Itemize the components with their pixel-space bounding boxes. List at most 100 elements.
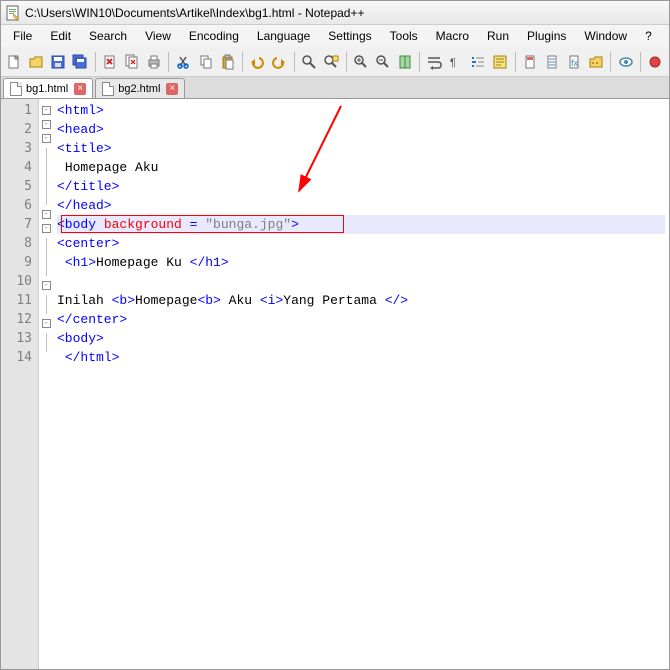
separator xyxy=(346,52,347,72)
code-line[interactable]: Homepage Aku xyxy=(57,158,665,177)
titlebar: C:\Users\WIN10\Documents\Artikel\Index\b… xyxy=(1,1,669,25)
zoom-in-icon[interactable] xyxy=(351,51,370,73)
menu-macro[interactable]: Macro xyxy=(428,27,477,45)
separator xyxy=(610,52,611,72)
replace-icon[interactable] xyxy=(322,51,341,73)
code-line[interactable]: </html> xyxy=(57,348,665,367)
menu-tools[interactable]: Tools xyxy=(382,27,426,45)
redo-icon[interactable] xyxy=(270,51,289,73)
sync-scroll-icon[interactable] xyxy=(395,51,414,73)
code-area[interactable]: <html><head><title> Homepage Aku</title>… xyxy=(53,99,669,669)
menu-search[interactable]: Search xyxy=(81,27,135,45)
folder-workspace-icon[interactable] xyxy=(586,51,605,73)
code-line[interactable]: Inilah <b>Homepage<b> Aku <i>Yang Pertam… xyxy=(57,291,665,310)
cut-icon[interactable] xyxy=(174,51,193,73)
line-number: 4 xyxy=(3,158,32,177)
fold-toggle-icon[interactable]: - xyxy=(42,120,51,129)
print-icon[interactable] xyxy=(144,51,163,73)
fold-toggle-icon[interactable]: - xyxy=(42,210,51,219)
app-window: C:\Users\WIN10\Documents\Artikel\Index\b… xyxy=(0,0,670,670)
menu-encoding[interactable]: Encoding xyxy=(181,27,247,45)
indent-guide-icon[interactable] xyxy=(469,51,488,73)
tab-bg1-html[interactable]: bg1.html × xyxy=(3,78,93,98)
user-lang-icon[interactable] xyxy=(491,51,510,73)
fold-guide xyxy=(46,295,47,314)
separator xyxy=(294,52,295,72)
copy-icon[interactable] xyxy=(196,51,215,73)
doc-list-icon[interactable] xyxy=(543,51,562,73)
menu-help[interactable]: ? xyxy=(637,27,660,45)
tab-close-icon[interactable]: × xyxy=(74,83,86,95)
tab-close-icon[interactable]: × xyxy=(166,83,178,95)
tab-label: bg1.html xyxy=(26,83,68,95)
fold-toggle-icon[interactable]: - xyxy=(42,106,51,115)
code-line[interactable]: <body background = "bunga.jpg"> xyxy=(57,215,665,234)
line-number: 11 xyxy=(3,291,32,310)
separator xyxy=(640,52,641,72)
fold-gutter: - - - - - - - xyxy=(39,99,53,669)
separator xyxy=(515,52,516,72)
code-line[interactable]: <h1>Homepage Ku </h1> xyxy=(57,253,665,272)
svg-text:¶: ¶ xyxy=(450,57,456,69)
fold-toggle-icon[interactable]: - xyxy=(42,319,51,328)
open-file-icon[interactable] xyxy=(27,51,46,73)
menu-edit[interactable]: Edit xyxy=(42,27,79,45)
code-line[interactable]: <html> xyxy=(57,101,665,120)
separator xyxy=(168,52,169,72)
code-line[interactable]: <head> xyxy=(57,120,665,139)
wordwrap-icon[interactable] xyxy=(425,51,444,73)
paste-icon[interactable] xyxy=(218,51,237,73)
undo-icon[interactable] xyxy=(248,51,267,73)
menu-language[interactable]: Language xyxy=(249,27,318,45)
function-list-icon[interactable]: fx xyxy=(564,51,583,73)
zoom-out-icon[interactable] xyxy=(373,51,392,73)
fold-toggle-icon[interactable]: - xyxy=(42,224,51,233)
doc-map-icon[interactable] xyxy=(521,51,540,73)
line-number-gutter: 1234567891011121314 xyxy=(1,99,39,669)
code-line[interactable]: <center> xyxy=(57,234,665,253)
file-icon xyxy=(10,82,22,96)
code-line[interactable]: <title> xyxy=(57,139,665,158)
line-number: 10 xyxy=(3,272,32,291)
separator xyxy=(95,52,96,72)
fold-guide xyxy=(46,257,47,276)
menu-run[interactable]: Run xyxy=(479,27,517,45)
code-line[interactable]: </title> xyxy=(57,177,665,196)
menu-settings[interactable]: Settings xyxy=(320,27,379,45)
fold-toggle-icon[interactable]: - xyxy=(42,281,51,290)
fold-guide xyxy=(46,167,47,186)
line-number: 1 xyxy=(3,101,32,120)
fold-toggle-icon[interactable]: - xyxy=(42,134,51,143)
line-number: 13 xyxy=(3,329,32,348)
menu-file[interactable]: File xyxy=(5,27,40,45)
menu-view[interactable]: View xyxy=(137,27,179,45)
code-line[interactable]: <body> xyxy=(57,329,665,348)
code-line[interactable]: </center> xyxy=(57,310,665,329)
toolbar: ¶ fx xyxy=(1,47,669,77)
line-number: 9 xyxy=(3,253,32,272)
line-number: 7 xyxy=(3,215,32,234)
save-icon[interactable] xyxy=(49,51,68,73)
line-number: 6 xyxy=(3,196,32,215)
monitor-icon[interactable] xyxy=(616,51,635,73)
line-number: 3 xyxy=(3,139,32,158)
close-icon[interactable] xyxy=(101,51,120,73)
show-all-chars-icon[interactable]: ¶ xyxy=(447,51,466,73)
svg-text:fx: fx xyxy=(571,58,579,68)
menu-window[interactable]: Window xyxy=(576,27,635,45)
separator xyxy=(242,52,243,72)
code-line[interactable]: </head> xyxy=(57,196,665,215)
menu-plugins[interactable]: Plugins xyxy=(519,27,574,45)
file-icon xyxy=(102,82,114,96)
line-number: 2 xyxy=(3,120,32,139)
find-icon[interactable] xyxy=(300,51,319,73)
record-macro-icon[interactable] xyxy=(646,51,665,73)
save-all-icon[interactable] xyxy=(71,51,90,73)
tab-label: bg2.html xyxy=(118,83,160,95)
new-file-icon[interactable] xyxy=(5,51,24,73)
line-number: 14 xyxy=(3,348,32,367)
tab-bg2-html[interactable]: bg2.html × xyxy=(95,78,185,98)
close-all-icon[interactable] xyxy=(123,51,142,73)
line-number: 12 xyxy=(3,310,32,329)
code-line[interactable] xyxy=(57,272,665,291)
